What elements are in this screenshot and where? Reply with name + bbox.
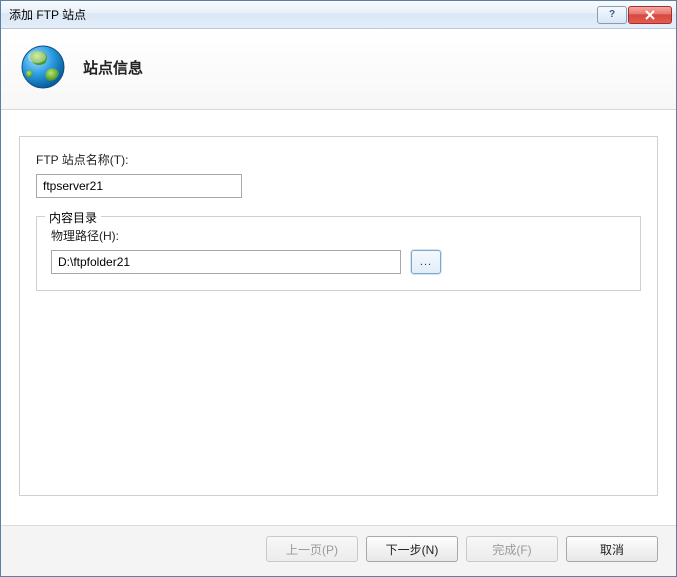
physical-path-input[interactable] <box>51 250 401 274</box>
previous-button: 上一页(P) <box>266 536 358 562</box>
physical-path-label: 物理路径(H): <box>51 227 626 244</box>
next-button[interactable]: 下一步(N) <box>366 536 458 562</box>
window-controls: ? <box>597 6 672 24</box>
form-panel: FTP 站点名称(T): 内容目录 物理路径(H): ... <box>19 136 658 496</box>
content-area: FTP 站点名称(T): 内容目录 物理路径(H): ... <box>1 110 676 525</box>
physical-path-row: ... <box>51 250 626 274</box>
window-title: 添加 FTP 站点 <box>9 6 597 23</box>
site-name-input[interactable] <box>36 174 242 198</box>
site-name-label: FTP 站点名称(T): <box>36 151 641 168</box>
dialog-window: 添加 FTP 站点 ? <box>0 0 677 577</box>
close-button[interactable] <box>628 6 672 24</box>
globe-icon <box>19 43 67 91</box>
cancel-button[interactable]: 取消 <box>566 536 658 562</box>
content-directory-group: 内容目录 物理路径(H): ... <box>36 216 641 291</box>
help-icon: ? <box>609 9 615 20</box>
browse-button[interactable]: ... <box>411 250 441 274</box>
help-button[interactable]: ? <box>597 6 627 24</box>
close-icon <box>644 10 656 20</box>
finish-button: 完成(F) <box>466 536 558 562</box>
header-panel: 站点信息 <box>1 29 676 110</box>
titlebar: 添加 FTP 站点 ? <box>1 1 676 29</box>
button-bar: 上一页(P) 下一步(N) 完成(F) 取消 <box>1 525 676 576</box>
content-directory-legend: 内容目录 <box>45 209 101 226</box>
page-title: 站点信息 <box>83 57 143 78</box>
